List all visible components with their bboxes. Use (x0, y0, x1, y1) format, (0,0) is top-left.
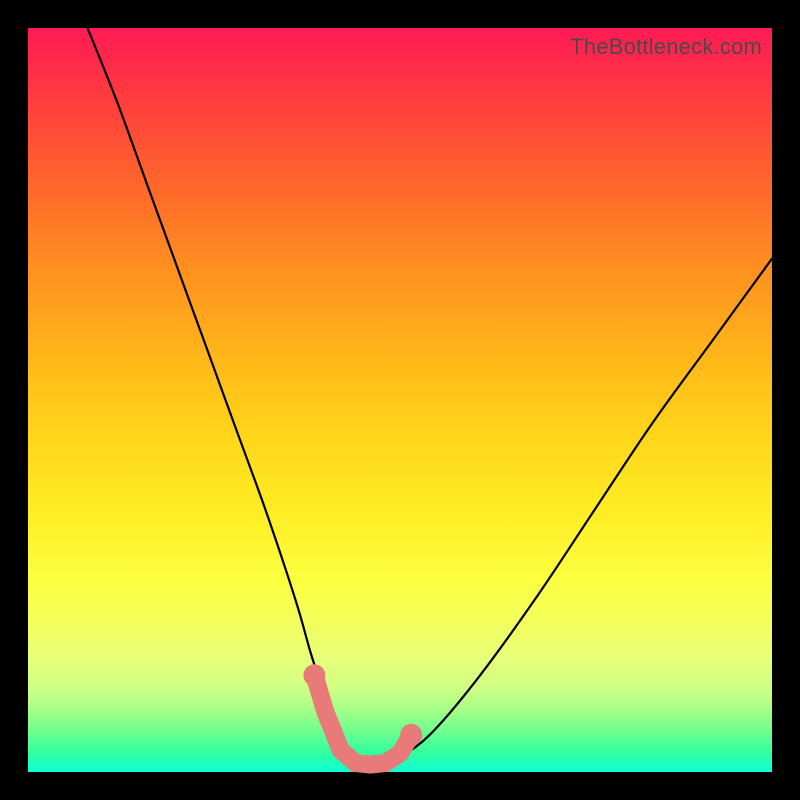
trough-marker-group (303, 664, 422, 764)
trough-marker-dot (303, 664, 325, 686)
plot-area: TheBottleneck.com (28, 28, 772, 772)
trough-marker-dot (400, 724, 422, 746)
bottleneck-curve (88, 28, 773, 766)
chart-frame: TheBottleneck.com (0, 0, 800, 800)
trough-capsule (314, 675, 411, 764)
curve-layer (28, 28, 772, 772)
